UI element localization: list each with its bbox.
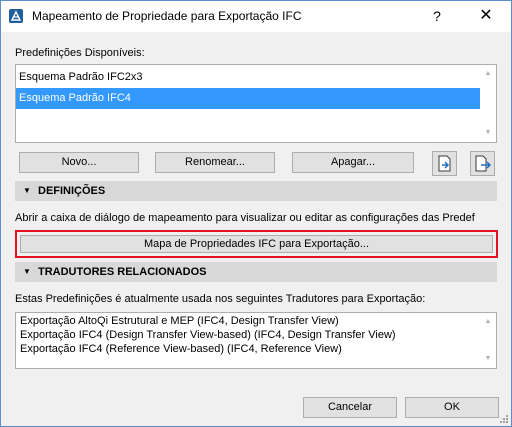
scroll-down-icon[interactable]: ▼ [480, 126, 496, 140]
preset-item-ifc2x3[interactable]: Esquema Padrão IFC2x3 [16, 67, 481, 88]
translator-line: Exportação IFC4 (Reference View-based) (… [20, 343, 342, 355]
settings-section-title: DEFINIÇÕES [38, 185, 106, 197]
rename-preset-button[interactable]: Renomear... [155, 152, 275, 173]
translators-list: Exportação AltoQi Estrutural e MEP (IFC4… [15, 312, 497, 369]
mapping-button-highlight: Mapa de Propriedades IFC para Exportação… [15, 230, 498, 258]
scroll-down-icon[interactable]: ▼ [480, 352, 496, 366]
help-button[interactable]: ? [427, 6, 447, 26]
export-icon [475, 155, 491, 172]
property-mapping-button[interactable]: Mapa de Propriedades IFC para Exportação… [20, 235, 493, 253]
ok-button[interactable]: OK [405, 397, 499, 418]
translators-section-header[interactable]: ▼ TRADUTORES RELACIONADOS [15, 262, 497, 282]
presets-list[interactable]: Esquema Padrão IFC2x3 Esquema Padrão IFC… [15, 64, 497, 143]
import-icon [438, 155, 451, 172]
collapse-triangle-icon[interactable]: ▼ [23, 181, 31, 201]
import-preset-button[interactable] [432, 151, 457, 176]
export-preset-button[interactable] [470, 151, 495, 176]
title-bar: Mapeamento de Propriedade para Exportaçã… [1, 1, 511, 32]
settings-section-header[interactable]: ▼ DEFINIÇÕES [15, 181, 497, 201]
close-button[interactable]: ✕ [475, 6, 497, 26]
resize-grip-icon[interactable] [498, 413, 508, 423]
preset-item-ifc4[interactable]: Esquema Padrão IFC4 [16, 88, 481, 109]
translator-line: Exportação IFC4 (Design Transfer View-ba… [20, 329, 396, 341]
translators-description: Estas Predefinições é atualmente usada n… [15, 293, 426, 305]
dialog-window: Mapeamento de Propriedade para Exportaçã… [0, 0, 512, 427]
settings-description: Abrir a caixa de diálogo de mapeamento p… [15, 212, 475, 224]
cancel-button[interactable]: Cancelar [303, 397, 397, 418]
presets-scrollbar[interactable]: ▲ ▼ [480, 65, 496, 142]
delete-preset-button[interactable]: Apagar... [292, 152, 414, 173]
presets-label: Predefinições Disponíveis: [15, 47, 145, 59]
new-preset-button[interactable]: Novo... [19, 152, 139, 173]
translators-scrollbar[interactable]: ▲ ▼ [480, 313, 496, 368]
translators-section-title: TRADUTORES RELACIONADOS [38, 266, 207, 278]
scroll-up-icon[interactable]: ▲ [480, 315, 496, 329]
window-title: Mapeamento de Propriedade para Exportaçã… [32, 9, 302, 23]
scroll-up-icon[interactable]: ▲ [480, 67, 496, 81]
collapse-triangle-icon[interactable]: ▼ [23, 262, 31, 282]
translator-line: Exportação AltoQi Estrutural e MEP (IFC4… [20, 315, 339, 327]
archicad-app-icon [9, 9, 23, 23]
